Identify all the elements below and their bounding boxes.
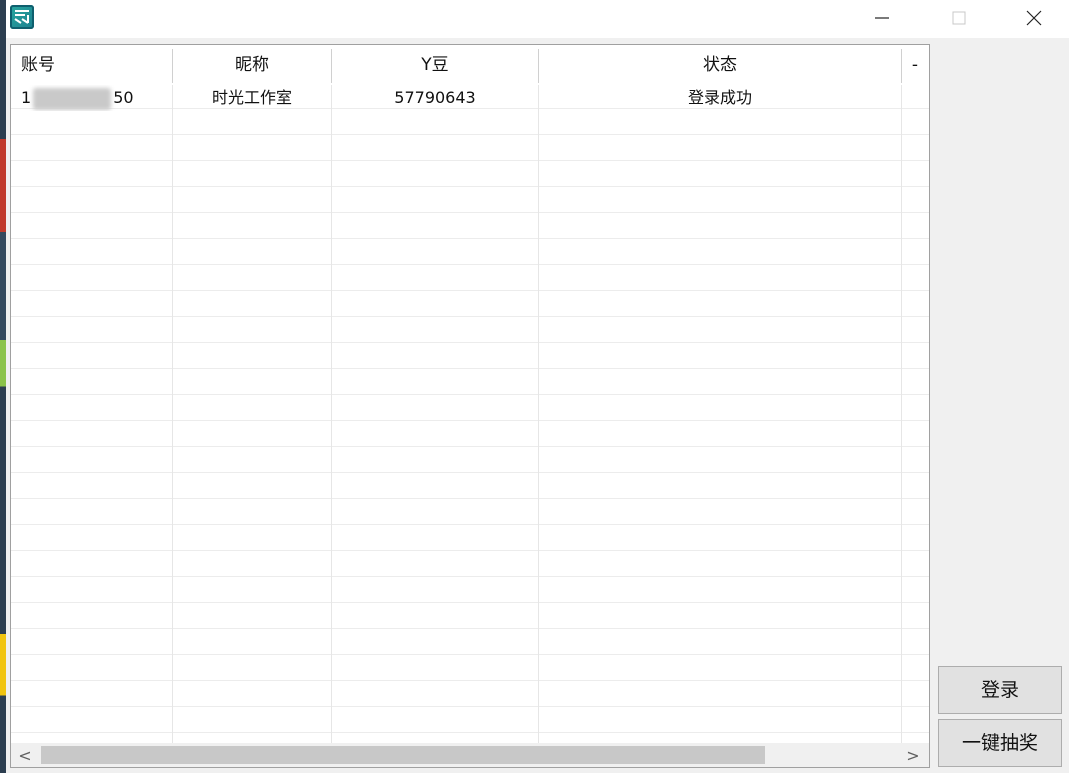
chevron-left-icon: < bbox=[18, 745, 32, 765]
cell-status: 登录成功 bbox=[687, 88, 752, 107]
scrollbar-thumb[interactable] bbox=[41, 746, 765, 764]
header-extra[interactable]: - bbox=[902, 45, 928, 85]
cell-account: 1 50 bbox=[21, 85, 171, 111]
draw-all-button[interactable]: 一键抽奖 bbox=[938, 719, 1062, 767]
login-button[interactable]: 登录 bbox=[938, 666, 1062, 714]
close-icon bbox=[1026, 10, 1042, 26]
header-account[interactable]: 账号 bbox=[21, 45, 171, 85]
scroll-left-button[interactable]: < bbox=[13, 743, 37, 767]
app-window: 账号 昵称 Y豆 状态 - 1 50 时光工作室 57790643 登录成功 <… bbox=[6, 0, 1069, 773]
chevron-right-icon: > bbox=[906, 745, 920, 765]
cell-beans: 57790643 bbox=[394, 88, 476, 107]
maximize-icon bbox=[952, 11, 966, 25]
title-bar[interactable] bbox=[6, 0, 1069, 38]
account-grid[interactable]: 账号 昵称 Y豆 状态 - 1 50 时光工作室 57790643 登录成功 <… bbox=[10, 44, 930, 768]
header-beans[interactable]: Y豆 bbox=[332, 45, 538, 85]
account-suffix: 50 bbox=[113, 88, 134, 107]
grid-body[interactable]: 账号 昵称 Y豆 状态 - 1 50 时光工作室 57790643 登录成功 bbox=[11, 45, 929, 743]
column-line bbox=[901, 45, 902, 743]
table-row[interactable]: 1 50 时光工作室 57790643 登录成功 bbox=[11, 85, 929, 111]
header-nickname[interactable]: 昵称 bbox=[173, 45, 331, 85]
cell-nickname: 时光工作室 bbox=[211, 88, 292, 107]
horizontal-scrollbar[interactable]: < > bbox=[11, 743, 929, 767]
header-status[interactable]: 状态 bbox=[539, 45, 901, 85]
column-line bbox=[331, 45, 332, 743]
column-line bbox=[172, 45, 173, 743]
maximize-button[interactable] bbox=[936, 0, 982, 36]
column-line bbox=[538, 45, 539, 743]
account-prefix: 1 bbox=[21, 88, 32, 107]
minimize-icon bbox=[875, 17, 889, 19]
app-logo-icon bbox=[10, 5, 34, 29]
minimize-button[interactable] bbox=[859, 0, 905, 36]
scroll-right-button[interactable]: > bbox=[901, 743, 925, 767]
close-button[interactable] bbox=[1011, 0, 1057, 36]
redacted-mask bbox=[33, 87, 112, 110]
grid-header: 账号 昵称 Y豆 状态 - bbox=[11, 45, 929, 85]
